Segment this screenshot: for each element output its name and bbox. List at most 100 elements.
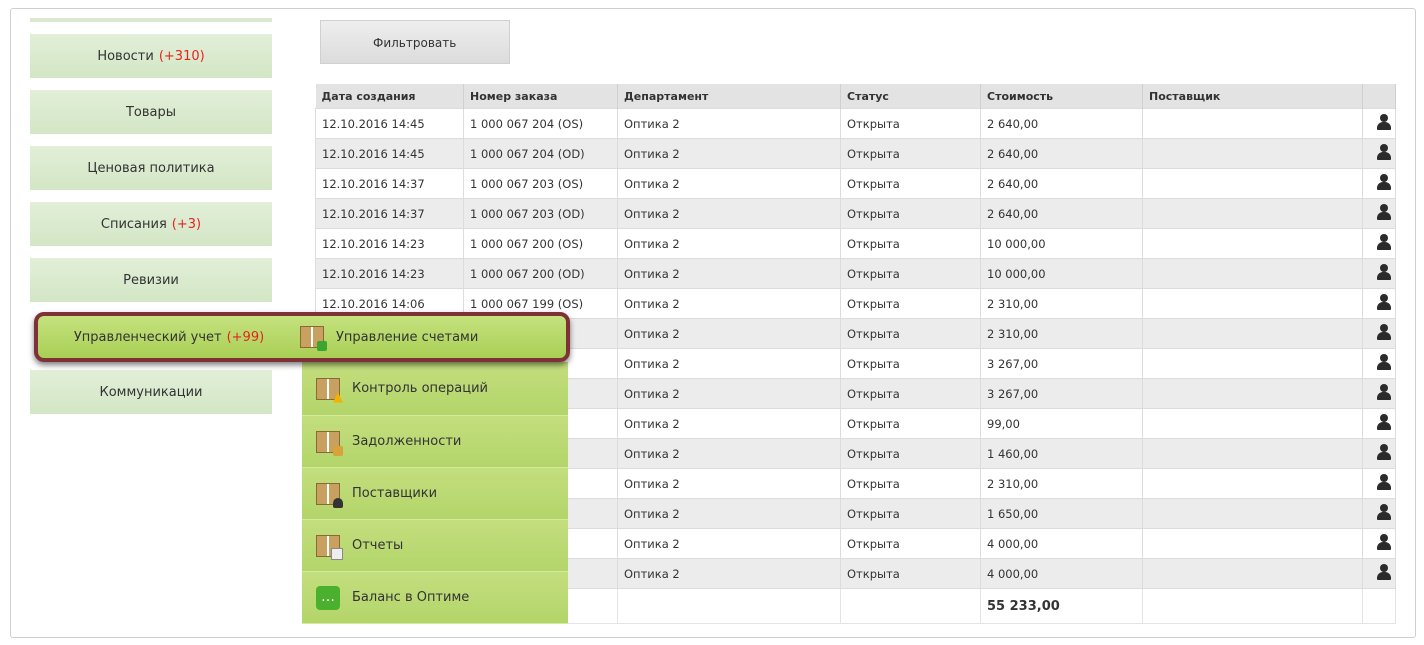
management-accounting-submenu: Контроль операций Задолженности Поставщи… (302, 362, 568, 624)
cell-department: Оптика 2 (617, 438, 841, 469)
cell-order-number: 1 000 067 203 (OD) (463, 198, 618, 229)
submenu-item-balance[interactable]: … Баланс в Оптиме (302, 572, 568, 624)
cell-supplier (1142, 168, 1363, 199)
table-row[interactable]: 12.10.2016 14:37 1 000 067 203 (OS) Оптика… (315, 168, 1396, 199)
cell-cost: 3 267,00 (980, 348, 1143, 379)
cell-cost: 10 000,00 (980, 258, 1143, 289)
header-date[interactable]: Дата создания (315, 84, 464, 109)
cell-department: Оптика 2 (617, 138, 841, 169)
user-icon[interactable] (1377, 353, 1391, 371)
user-icon[interactable] (1377, 563, 1391, 581)
table-row[interactable]: 12.10.2016 14:45 1 000 067 204 (OD) Оптика… (315, 138, 1396, 169)
submenu-item-label: Отчеты (352, 538, 404, 553)
total-empty-cell (1142, 588, 1363, 624)
cell-order-number: 1 000 067 204 (OS) (463, 108, 618, 139)
user-icon[interactable] (1377, 443, 1391, 461)
cell-cost: 1 650,00 (980, 498, 1143, 529)
sidebar-item-pricing[interactable]: Ценовая политика (30, 146, 272, 190)
table-row[interactable]: 12.10.2016 14:23 1 000 067 200 (OD) Оптика… (315, 258, 1396, 289)
user-icon[interactable] (1377, 413, 1391, 431)
submenu-item-reports[interactable]: Отчеты (302, 520, 568, 572)
submenu-item-operations-control[interactable]: Контроль операций (302, 362, 568, 416)
header-cost[interactable]: Стоимость (980, 84, 1143, 109)
user-icon[interactable] (1377, 383, 1391, 401)
submenu-item-suppliers[interactable]: Поставщики (302, 468, 568, 520)
sidebar-item-label: Списания (100, 216, 167, 232)
cell-actions (1362, 378, 1396, 409)
cell-cost: 2 640,00 (980, 168, 1143, 199)
header-department[interactable]: Департамент (617, 84, 841, 109)
cell-cost: 2 310,00 (980, 468, 1143, 499)
sidebar-item-revisions[interactable]: Ревизии (30, 258, 272, 302)
cell-supplier (1142, 558, 1363, 589)
user-icon[interactable] (1377, 113, 1391, 131)
cell-date: 12.10.2016 14:45 (315, 108, 464, 139)
cell-cost: 3 267,00 (980, 378, 1143, 409)
header-status[interactable]: Статус (840, 84, 981, 109)
cell-supplier (1142, 138, 1363, 169)
cell-department: Оптика 2 (617, 288, 841, 319)
filter-button[interactable]: Фильтровать (320, 20, 510, 64)
cell-cost: 2 310,00 (980, 318, 1143, 349)
cell-department: Оптика 2 (617, 498, 841, 529)
sidebar-item-management-accounting[interactable]: Управленческий учет (+99) Управление сче… (34, 312, 570, 362)
sidebar-item-communications[interactable]: Коммуникации (30, 370, 272, 414)
table-row[interactable]: 12.10.2016 14:45 1 000 067 204 (OS) Оптика… (315, 108, 1396, 139)
cell-department: Оптика 2 (617, 528, 841, 559)
cell-supplier (1142, 258, 1363, 289)
sidebar-item-products[interactable]: Товары (30, 90, 272, 134)
cell-supplier (1142, 528, 1363, 559)
table-row[interactable]: 12.10.2016 14:23 1 000 067 200 (OS) Оптика… (315, 228, 1396, 259)
user-icon[interactable] (1377, 293, 1391, 311)
user-icon[interactable] (1377, 533, 1391, 551)
user-icon[interactable] (1377, 203, 1391, 221)
header-supplier[interactable]: Поставщик (1142, 84, 1363, 109)
user-icon[interactable] (1377, 323, 1391, 341)
cell-actions (1362, 138, 1396, 169)
cell-department: Оптика 2 (617, 168, 841, 199)
cell-supplier (1142, 348, 1363, 379)
cell-department: Оптика 2 (617, 558, 841, 589)
submenu-item-label: Баланс в Оптиме (352, 590, 470, 605)
sidebar-item-news[interactable]: Новости (+310) (30, 34, 272, 78)
cell-department: Оптика 2 (617, 318, 841, 349)
submenu-item-label: Поставщики (352, 486, 438, 501)
cell-cost: 1 460,00 (980, 438, 1143, 469)
cell-actions (1362, 198, 1396, 229)
header-order-number[interactable]: Номер заказа (463, 84, 618, 109)
cell-actions (1362, 318, 1396, 349)
cell-supplier (1142, 228, 1363, 259)
cell-order-number: 1 000 067 204 (OD) (463, 138, 618, 169)
sidebar-item-label: Коммуникации (99, 384, 203, 400)
user-icon[interactable] (1377, 143, 1391, 161)
cell-actions (1362, 108, 1396, 139)
user-icon[interactable] (1377, 503, 1391, 521)
cell-order-number: 1 000 067 200 (OS) (463, 228, 618, 259)
table-row[interactable]: 12.10.2016 14:37 1 000 067 203 (OD) Оптика… (315, 198, 1396, 229)
accounts-icon (300, 326, 327, 351)
cell-order-number: 1 000 067 200 (OD) (463, 258, 618, 289)
submenu-item-debts[interactable]: Задолженности (302, 416, 568, 468)
cell-status: Открыта (840, 408, 981, 439)
cell-date: 12.10.2016 14:45 (315, 138, 464, 169)
cell-date: 12.10.2016 14:37 (315, 168, 464, 199)
cell-actions (1362, 348, 1396, 379)
user-icon[interactable] (1377, 263, 1391, 281)
submenu-item-accounts[interactable]: Управление счетами (300, 326, 478, 351)
cell-actions (1362, 558, 1396, 589)
user-icon[interactable] (1377, 473, 1391, 491)
cell-status: Открыта (840, 558, 981, 589)
cell-supplier (1142, 468, 1363, 499)
sidebar-item-label: Ревизии (123, 272, 179, 288)
reports-icon (316, 534, 343, 560)
cell-supplier (1142, 498, 1363, 529)
sidebar-item-writeoffs[interactable]: Списания (+3) (30, 202, 272, 246)
total-empty-cell (1362, 588, 1396, 624)
operations-warning-icon (316, 377, 340, 400)
user-icon[interactable] (1377, 233, 1391, 251)
debts-icon (316, 430, 343, 456)
user-icon[interactable] (1377, 173, 1391, 191)
cell-status: Открыта (840, 228, 981, 259)
submenu-item-label: Задолженности (352, 434, 462, 449)
cell-status: Открыта (840, 438, 981, 469)
